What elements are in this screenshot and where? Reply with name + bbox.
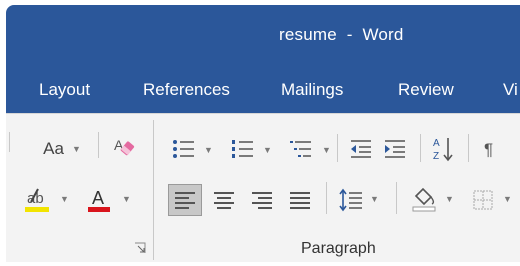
paint-bucket-icon [412,187,436,212]
document-title: resume - Word [279,25,404,44]
separator [98,132,99,158]
tab-review[interactable]: Review [398,80,454,100]
justify-button[interactable] [284,184,316,216]
numbering-button[interactable] [227,136,257,162]
align-center-button[interactable] [208,184,240,216]
decrease-indent-button[interactable] [346,136,376,162]
change-case-button[interactable]: Aa ▼ [34,136,90,162]
align-center-icon [214,192,234,209]
ribbon-home: Aa ▼ A ab ▼ A ▼ ▼ ▼ ▼ A Z ¶ ▼ ▼ ▼ Paragr… [6,113,520,262]
chevron-down-icon[interactable]: ▼ [370,194,379,204]
sort-button[interactable]: A Z [428,134,458,164]
separator [337,134,338,162]
font-color-glyph: A [92,188,104,208]
change-case-label: Aa [43,139,64,158]
svg-text:A: A [433,138,440,149]
show-hide-marks-button[interactable]: ¶ [476,136,506,162]
borders-icon [473,190,493,210]
chevron-down-icon[interactable]: ▼ [445,194,454,204]
bullets-button[interactable] [168,136,198,162]
group-separator [153,120,154,260]
align-right-icon [252,192,272,209]
chevron-down-icon[interactable]: ▼ [60,194,69,204]
line-spacing-button[interactable] [336,184,366,216]
multilevel-list-icon [290,141,311,157]
dialog-launcher-icon [135,242,146,253]
chevron-down-icon[interactable]: ▼ [122,194,131,204]
clear-formatting-button[interactable]: A [110,132,140,162]
chevron-down-icon[interactable]: ▼ [503,194,512,204]
separator [468,134,469,162]
separator [326,182,327,214]
align-left-button[interactable] [168,184,202,216]
font-color-button[interactable]: A [82,184,116,216]
align-left-icon [175,192,195,209]
numbering-icon [232,140,253,158]
highlighter-icon: ab [25,188,49,212]
separator [420,134,421,162]
sort-icon: A Z [433,138,453,162]
chevron-down-icon[interactable]: ▼ [322,145,331,155]
chevron-down-icon[interactable]: ▼ [263,145,272,155]
bullets-icon [173,140,194,158]
svg-text:Z: Z [433,151,439,162]
justify-icon [290,192,310,209]
separator [9,132,10,152]
line-spacing-icon [339,188,362,212]
svg-text:¶: ¶ [484,140,493,159]
tab-view[interactable]: Vi [503,80,518,100]
increase-indent-button[interactable] [380,136,410,162]
increase-indent-icon [385,140,405,158]
font-color-icon: A [88,188,110,212]
text-highlight-color-button[interactable]: ab [20,184,54,216]
eraser-icon: A [114,137,135,156]
font-dialog-launcher[interactable] [134,242,146,254]
paragraph-group-label: Paragraph [301,240,376,257]
shading-button[interactable] [408,182,440,216]
multilevel-list-button[interactable] [286,136,316,162]
word-window: resume - Word Layout References Mailings… [6,5,520,262]
separator [396,182,397,214]
align-right-button[interactable] [246,184,278,216]
tab-mailings[interactable]: Mailings [281,80,343,100]
title-bar: resume - Word [6,5,520,67]
chevron-down-icon[interactable]: ▼ [204,145,213,155]
chevron-down-icon: ▼ [71,144,81,154]
decrease-indent-icon [351,140,371,158]
tab-references[interactable]: References [143,80,230,100]
pilcrow-icon: ¶ [484,140,493,159]
ribbon-tab-bar: Layout References Mailings Review Vi [6,67,520,113]
tab-layout[interactable]: Layout [39,80,90,100]
borders-button[interactable] [468,184,498,216]
